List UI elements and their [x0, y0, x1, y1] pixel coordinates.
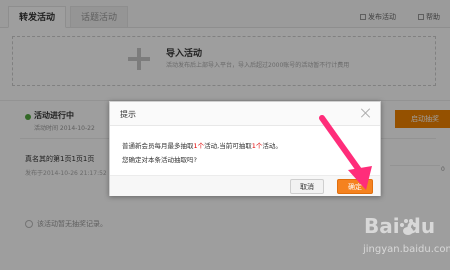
watermark-url: jingyan.baidu.com — [363, 244, 450, 255]
message-highlight: 1个 — [251, 142, 263, 150]
dialog-title: 提示 — [120, 110, 136, 119]
pointer-arrow-icon — [319, 115, 372, 190]
message-text: 活动。 — [262, 142, 282, 150]
message-text: 普通新会员每月最多抽取 — [122, 142, 194, 150]
message-highlight: 1个 — [193, 142, 205, 150]
watermark: Bai du jingyan.baidu.com — [360, 214, 450, 270]
dialog-message-line2: 您确定对本条活动抽取吗? — [122, 156, 197, 164]
message-text: 活动,当前可抽取 — [204, 142, 252, 150]
paw-icon — [400, 219, 417, 235]
dialog-message-line1: 普通新会员每月最多抽取1个活动,当前可抽取1个活动。 — [122, 140, 282, 150]
